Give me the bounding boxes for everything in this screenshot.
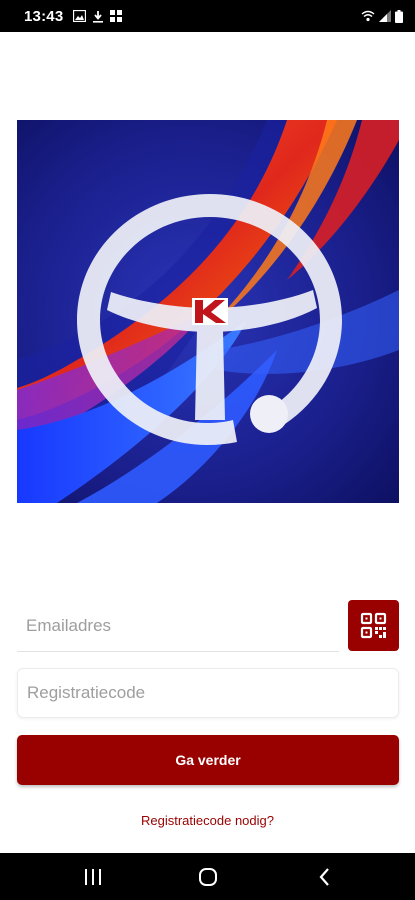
need-registration-code-label: Registratiecode nodig?: [141, 812, 274, 828]
status-icons-left: [73, 10, 123, 23]
status-bar: 13:43: [0, 0, 415, 32]
email-placeholder: Emailadres: [26, 615, 112, 635]
registration-code-field[interactable]: Registratiecode: [17, 668, 399, 718]
home-icon: [199, 868, 217, 886]
qr-code-icon: [360, 612, 387, 639]
need-registration-code-link[interactable]: Registratiecode nodig?: [0, 808, 415, 832]
back-button[interactable]: [305, 863, 345, 891]
navigation-bar: [0, 853, 415, 900]
recent-apps-icon: [85, 869, 101, 885]
status-icons-right: [361, 9, 403, 23]
recent-apps-button[interactable]: [73, 863, 113, 891]
steering-wheel-logo-icon: [17, 120, 399, 503]
back-icon: [319, 868, 329, 886]
apps-grid-icon: [110, 10, 123, 22]
registration-code-placeholder: Registratiecode: [27, 683, 146, 702]
status-time: 13:43: [24, 7, 64, 25]
signal-icon: [379, 10, 391, 22]
hero-logo-image: [17, 120, 399, 503]
continue-button-label: Ga verder: [175, 752, 241, 768]
wifi-icon: [361, 10, 375, 22]
gallery-icon: [73, 10, 87, 22]
home-button[interactable]: [188, 863, 228, 891]
download-icon: [93, 10, 104, 23]
qr-scan-button[interactable]: [348, 600, 399, 651]
battery-icon: [395, 9, 403, 23]
continue-button[interactable]: Ga verder: [17, 735, 399, 785]
email-field[interactable]: Emailadres: [17, 600, 339, 652]
